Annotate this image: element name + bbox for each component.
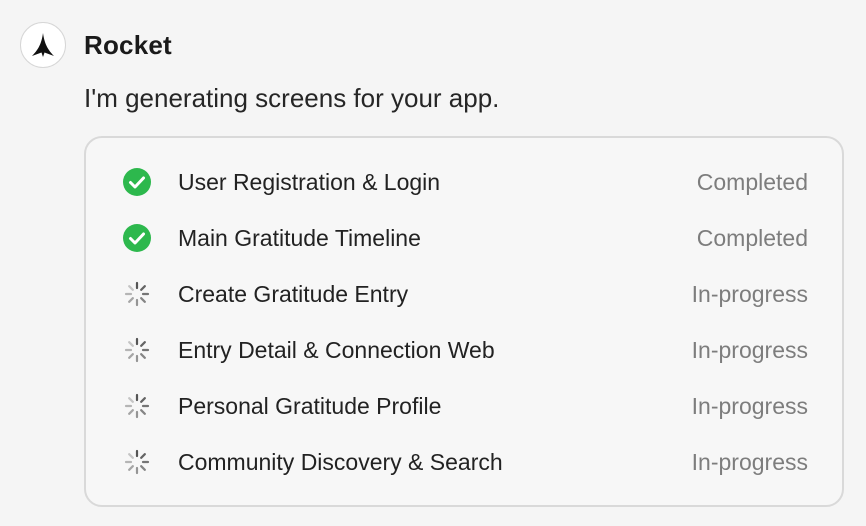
task-status: In-progress [691,336,808,363]
avatar [20,22,66,68]
check-circle-icon [122,167,152,197]
task-label: Community Discovery & Search [178,448,503,475]
task-label: Entry Detail & Connection Web [178,336,495,363]
task-row: Community Discovery & Search In-progress [86,442,842,482]
assistant-message: I'm generating screens for your app. [84,83,500,113]
task-status: In-progress [691,280,808,307]
rocket-logo-icon [32,33,54,57]
task-row: Create Gratitude Entry In-progress [86,274,842,314]
app-name: Rocket [84,29,172,60]
task-status: In-progress [691,448,808,475]
task-row: User Registration & Login Completed [86,162,842,202]
task-status: Completed [696,168,808,195]
task-list-card: User Registration & Login Completed Main… [84,136,844,507]
task-label: User Registration & Login [178,168,441,195]
spinner-icon [122,391,152,421]
task-row: Main Gratitude Timeline Completed [86,218,842,258]
spinner-icon [122,447,152,477]
spinner-icon [122,335,152,365]
task-label: Personal Gratitude Profile [178,392,442,419]
task-label: Create Gratitude Entry [178,280,409,307]
check-circle-icon [122,223,152,253]
assistant-header: Rocket [20,22,172,68]
spinner-icon [122,279,152,309]
task-status: In-progress [691,392,808,419]
task-label: Main Gratitude Timeline [178,224,421,251]
task-status: Completed [696,224,808,251]
task-row: Entry Detail & Connection Web In-progres… [86,330,842,370]
task-row: Personal Gratitude Profile In-progress [86,386,842,426]
